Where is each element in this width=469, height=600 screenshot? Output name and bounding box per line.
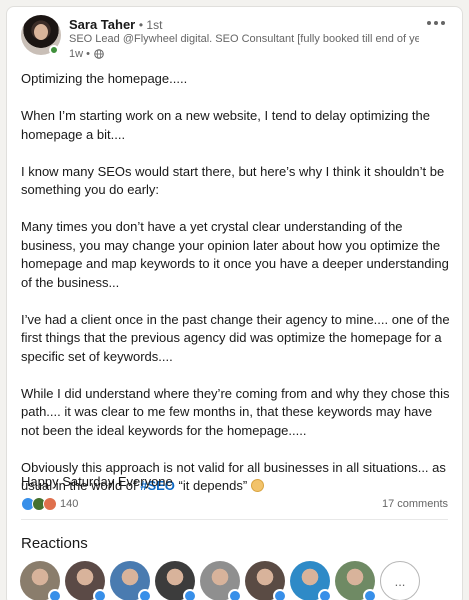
reactor-avatar-4[interactable] <box>155 561 197 600</box>
author-name[interactable]: Sara Taher <box>69 17 135 32</box>
post-text: “it depends” <box>174 478 251 493</box>
online-status-dot <box>49 45 59 55</box>
reactor-avatar-3[interactable] <box>110 561 152 600</box>
post-paragraph: While I did understand where they’re com… <box>21 385 450 438</box>
divider <box>21 519 448 520</box>
more-reactions-button[interactable]: ... <box>380 561 420 600</box>
like-badge-icon <box>138 589 152 600</box>
like-badge-icon <box>183 589 197 600</box>
reactor-avatar-8[interactable] <box>335 561 377 600</box>
smile-emoji-icon <box>250 479 264 492</box>
post-closing: Happy Saturday Everyone <box>21 474 173 489</box>
reaction-count[interactable]: 140 <box>60 498 78 510</box>
reactor-avatar-2[interactable] <box>65 561 107 600</box>
post-time-text: 1w • <box>69 48 90 60</box>
like-badge-icon <box>318 589 332 600</box>
post-paragraph: When I’m starting work on a new website,… <box>21 108 430 142</box>
post-paragraph: Many times you don’t have a yet crystal … <box>21 219 449 290</box>
like-badge-icon <box>363 589 377 600</box>
reactor-avatar-6[interactable] <box>245 561 287 600</box>
like-badge-icon <box>273 589 287 600</box>
comments-count[interactable]: 17 comments <box>382 498 448 510</box>
love-icon <box>43 497 57 511</box>
like-badge-icon <box>93 589 107 600</box>
reactions-title: Reactions <box>21 535 88 552</box>
globe-icon <box>94 49 104 59</box>
like-badge-icon <box>228 589 242 600</box>
reactor-avatar-5[interactable] <box>200 561 242 600</box>
reaction-icons[interactable] <box>21 497 57 511</box>
like-badge-icon <box>48 589 62 600</box>
author-headline: SEO Lead @Flywheel digital. SEO Consulta… <box>69 33 419 45</box>
post-timestamp: 1w • <box>69 48 104 60</box>
post-paragraph: I know many SEOs would start there, but … <box>21 163 445 198</box>
author-row: Sara Taher • 1st <box>69 17 162 32</box>
post-paragraph: Optimizing the homepage..... <box>21 71 188 86</box>
post-body: Optimizing the homepage..... When I’m st… <box>21 70 453 514</box>
reactor-avatar-7[interactable] <box>290 561 332 600</box>
reactor-avatar-row: ... <box>20 561 420 600</box>
post-card: Sara Taher • 1st SEO Lead @Flywheel digi… <box>6 6 463 600</box>
connection-degree: • 1st <box>138 18 163 32</box>
post-paragraph: I’ve had a client once in the past chang… <box>21 311 450 364</box>
more-options-icon[interactable] <box>422 13 450 33</box>
reactor-avatar-1[interactable] <box>20 561 62 600</box>
